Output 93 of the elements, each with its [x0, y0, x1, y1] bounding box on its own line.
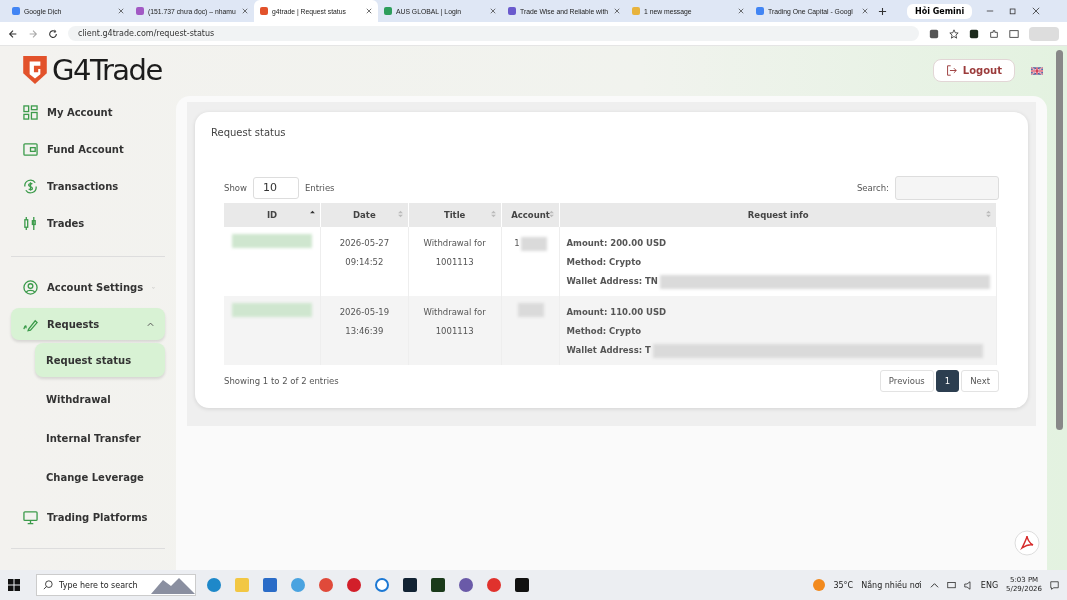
speaker-icon[interactable]	[963, 580, 973, 590]
app-icon[interactable]	[487, 578, 501, 592]
pagination-button[interactable]: Previous	[879, 370, 934, 392]
sidebar-item[interactable]: Trades	[11, 205, 165, 242]
redacted-blur	[517, 303, 544, 317]
entries-label: Entries	[304, 183, 335, 193]
language-indicator[interactable]: ENG	[980, 580, 999, 590]
sidebar-item[interactable]: My Account	[11, 94, 165, 131]
card-title: Request status	[211, 127, 287, 138]
app-icon[interactable]	[515, 578, 529, 592]
entries-summary: Showing 1 to 2 of 2 entries	[224, 376, 339, 386]
logo-icon	[22, 55, 48, 85]
search-field[interactable]	[895, 176, 999, 200]
site-icon	[384, 7, 392, 15]
pdf-icon[interactable]	[1014, 530, 1040, 556]
temperature-text: 35°C	[833, 580, 854, 590]
column-header[interactable]: Request info	[559, 203, 997, 227]
show-label: Show	[224, 183, 247, 193]
title-text: Withdrawal for 1001113	[423, 307, 486, 336]
info-text: Wallet Address: TN	[566, 275, 658, 288]
date-text: 2026-05-27 09:14:52	[339, 238, 390, 267]
date-text: 2026-05-19 13:46:39	[339, 307, 390, 336]
account-text: 1	[514, 237, 520, 250]
search-icon	[43, 580, 53, 590]
sidebar-item[interactable]: Fund Account	[11, 131, 165, 168]
minimize-icon[interactable]	[986, 7, 995, 15]
reload-icon[interactable]	[48, 28, 58, 39]
close-icon[interactable]	[738, 8, 744, 14]
submenu-item[interactable]: Withdrawal	[35, 382, 165, 416]
close-icon[interactable]	[614, 8, 620, 14]
notification-icon[interactable]	[1050, 580, 1059, 590]
column-header[interactable]: ID	[224, 203, 321, 227]
restore-icon[interactable]	[1009, 7, 1018, 15]
address-field[interactable]: client.g4trade.com/request-status	[68, 26, 919, 41]
close-icon[interactable]	[490, 8, 496, 14]
star-icon[interactable]	[949, 28, 959, 39]
wallet-icon	[23, 142, 38, 157]
site-icon	[508, 7, 516, 15]
info-text: Method: Crypto	[566, 256, 642, 269]
windows-icon[interactable]	[8, 579, 20, 591]
scrollbar[interactable]	[1056, 50, 1063, 430]
submenu-item[interactable]: Internal Transfer	[35, 421, 165, 455]
site-icon	[260, 7, 268, 15]
site-icon	[632, 7, 640, 15]
back-icon[interactable]	[8, 28, 18, 39]
submenu-item[interactable]: Request status	[35, 343, 165, 377]
close-icon[interactable]	[1032, 7, 1041, 15]
search-label: Search:	[856, 183, 889, 193]
sidebar-item[interactable]: Trading Platforms	[11, 499, 165, 536]
mountain-icon	[151, 576, 195, 594]
sort-icon	[986, 210, 991, 218]
sort-icon	[549, 210, 555, 218]
flag-icon[interactable]	[1031, 67, 1043, 75]
site-icon	[756, 7, 764, 15]
site-icon	[136, 7, 144, 15]
chevron-icon	[146, 321, 155, 327]
grid-icon	[23, 105, 38, 120]
chevron-icon[interactable]	[929, 580, 939, 590]
pagination-button[interactable]: 1	[935, 370, 960, 392]
info-text: Amount: 110.00 USD	[566, 306, 667, 319]
taskbar-search-field[interactable]: Type here to search	[36, 574, 196, 596]
sidebar-item[interactable]: Account Settings	[11, 269, 165, 306]
site-icon	[12, 7, 20, 15]
logo-text: G4Trade	[52, 53, 162, 87]
new-tab-icon[interactable]	[878, 6, 887, 16]
close-icon[interactable]	[118, 8, 124, 14]
user-icon	[23, 280, 38, 295]
close-icon[interactable]	[242, 8, 248, 14]
title-text: Withdrawal for 1001113	[423, 238, 486, 267]
column-header[interactable]: Title	[408, 203, 502, 227]
weather-icon	[813, 579, 826, 591]
column-header[interactable]: Date	[320, 203, 409, 227]
info-text: Amount: 200.00 USD	[566, 237, 667, 250]
pagination-button[interactable]: Next	[961, 370, 999, 392]
logout-icon	[945, 64, 957, 76]
column-header[interactable]: Account	[501, 203, 560, 227]
close-icon[interactable]	[366, 8, 372, 14]
info-text: Method: Crypto	[566, 325, 642, 338]
logout-button[interactable]: Logout	[932, 58, 1015, 82]
weather-text: Nắng nhiều nơi	[861, 580, 922, 590]
sidebar-item[interactable]: Requests	[11, 308, 165, 340]
dollar-icon	[23, 179, 38, 194]
close-icon[interactable]	[862, 8, 868, 14]
submenu-item[interactable]: Change Leverage	[35, 460, 165, 494]
redacted-blur	[520, 236, 547, 251]
info-text: Wallet Address: T	[566, 344, 651, 357]
candles-icon	[23, 216, 38, 231]
gemini-button[interactable]: Hỏi Gemini	[907, 3, 973, 19]
monitor-icon	[23, 510, 38, 525]
sidebar-item[interactable]: Transactions	[11, 168, 165, 205]
sort-icon	[397, 210, 403, 218]
page-length-select[interactable]: 10	[252, 177, 299, 199]
sort-icon	[490, 210, 496, 218]
